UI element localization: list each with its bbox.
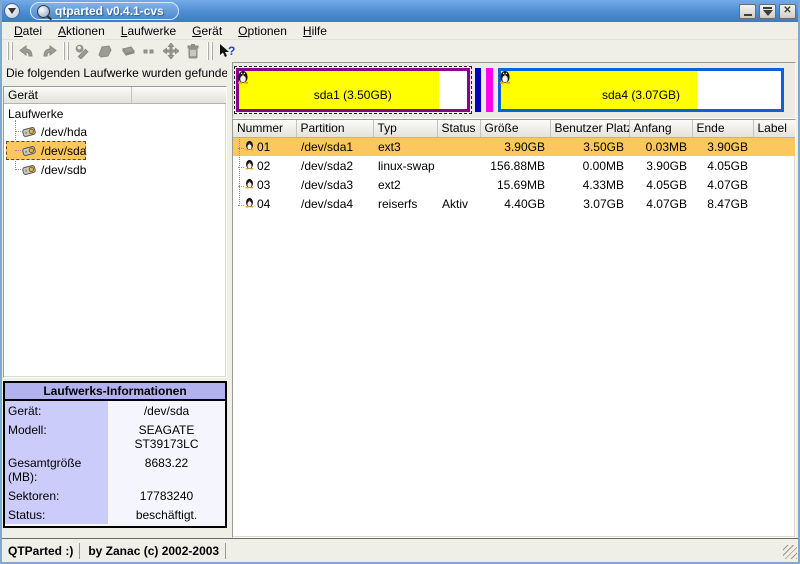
table-row-sda2[interactable]: 02 /dev/sda2 linux-swap 156.88MB 0.00MB … xyxy=(233,156,795,175)
whats-this-icon: ? xyxy=(218,43,236,59)
info-value-gesamtgroesse: 8683.22 xyxy=(108,453,225,486)
menu-aktionen[interactable]: Aktionen xyxy=(50,23,113,39)
window-title: qtparted v0.4.1-cvs xyxy=(55,4,164,18)
redo-button[interactable] xyxy=(38,41,60,61)
maximize-icon xyxy=(763,7,773,16)
eraser-icon xyxy=(119,45,135,57)
col-header-ende[interactable]: Ende xyxy=(692,120,753,137)
info-value-modell: SEAGATE ST39173LC xyxy=(108,420,225,453)
col-header-typ[interactable]: Typ xyxy=(373,120,437,137)
drive-info-title: Laufwerks-Informationen xyxy=(5,383,225,401)
harddisk-icon xyxy=(22,126,37,138)
title-capsule: qtparted v0.4.1-cvs xyxy=(30,2,179,20)
tux-icon xyxy=(245,139,254,154)
close-button[interactable]: ✕ xyxy=(779,4,796,19)
found-drives-label: Die folgenden Laufwerke wurden gefunden: xyxy=(6,66,238,80)
partition-box-sda2[interactable] xyxy=(475,68,482,112)
col-header-partition[interactable]: Partition xyxy=(296,120,373,137)
whats-this-button[interactable]: ? xyxy=(216,41,238,61)
harddisk-icon xyxy=(22,145,37,157)
device-column-header-spacer xyxy=(132,87,226,103)
format-icon xyxy=(97,44,113,58)
qtparted-window: qtparted v0.4.1-cvs ✕ Datei Aktionen Lau… xyxy=(0,0,800,564)
tux-icon xyxy=(245,158,254,173)
tux-icon xyxy=(499,69,511,87)
undo-icon xyxy=(19,44,35,58)
toolbar-separator[interactable] xyxy=(63,42,69,60)
minimize-icon xyxy=(744,14,752,16)
undo-button[interactable] xyxy=(16,41,38,61)
harddisk-icon xyxy=(22,164,37,176)
title-bar[interactable]: qtparted v0.4.1-cvs ✕ xyxy=(0,0,800,22)
move-partition-button[interactable] xyxy=(160,41,182,61)
trash-icon xyxy=(186,44,200,59)
status-bar: QTParted :) by Zanac (c) 2002-2003 xyxy=(0,538,800,562)
partition-label-sda4: sda4 (3.07GB) xyxy=(501,71,781,109)
col-header-label[interactable]: Label xyxy=(753,120,795,137)
partition-box-sda3[interactable] xyxy=(486,68,493,112)
resize-icon xyxy=(142,46,156,56)
partition-label-sda1: sda1 (3.50GB) xyxy=(239,71,467,109)
table-row-sda3[interactable]: 03 /dev/sda3 ext2 15.69MB 4.33MB 4.05GB … xyxy=(233,175,795,194)
redo-icon xyxy=(41,44,57,58)
window-menu-icon xyxy=(8,8,16,14)
resize-grip[interactable] xyxy=(783,545,797,559)
tree-item-dev-sdb[interactable]: /dev/sdb xyxy=(6,160,86,179)
menu-geraet[interactable]: Gerät xyxy=(184,23,230,39)
maximize-button[interactable] xyxy=(759,4,776,19)
col-header-groesse[interactable]: Größe xyxy=(480,120,550,137)
status-credits: by Zanac (c) 2002-2003 xyxy=(82,543,226,559)
device-column-header[interactable]: Gerät xyxy=(4,87,132,103)
format-partition-button[interactable] xyxy=(116,41,138,61)
menu-bar: Datei Aktionen Laufwerke Gerät Optionen … xyxy=(2,22,798,40)
window-menu-button[interactable] xyxy=(4,3,20,19)
menu-hilfe[interactable]: Hilfe xyxy=(295,23,335,39)
info-label-status: Status: xyxy=(5,505,108,524)
minimize-button[interactable] xyxy=(739,4,756,19)
menu-laufwerke[interactable]: Laufwerke xyxy=(113,23,184,39)
menu-datei[interactable]: Datei xyxy=(6,23,50,39)
info-label-gesamtgroesse: Gesamtgröße (MB): xyxy=(5,453,108,486)
tree-root-laufwerke[interactable]: Laufwerke xyxy=(6,106,226,122)
close-icon: ✕ xyxy=(783,6,791,16)
property-button[interactable] xyxy=(72,41,94,61)
partition-box-sda4[interactable]: sda4 (3.07GB) xyxy=(498,68,784,112)
tux-icon xyxy=(245,177,254,192)
resize-partition-button[interactable] xyxy=(138,41,160,61)
info-value-geraet: /dev/sda xyxy=(108,401,225,420)
info-value-status: beschäftigt. xyxy=(108,505,225,524)
col-header-anfang[interactable]: Anfang xyxy=(629,120,692,137)
col-header-status[interactable]: Status xyxy=(437,120,480,137)
toolbar-separator[interactable] xyxy=(7,42,13,60)
info-label-geraet: Gerät: xyxy=(5,401,108,420)
table-row-sda1[interactable]: 01 /dev/sda1 ext3 3.90GB 3.50GB 0.03MB 3… xyxy=(233,137,795,156)
tux-icon xyxy=(245,196,254,211)
table-header-row: Nummer Partition Typ Status Größe Benutz… xyxy=(233,120,795,137)
partition-table: Nummer Partition Typ Status Größe Benutz… xyxy=(232,119,796,538)
svg-text:?: ? xyxy=(228,44,235,58)
col-header-benutzer-platz[interactable]: Benutzer Platz xyxy=(550,120,629,137)
tree-item-dev-hda[interactable]: /dev/hda xyxy=(6,122,87,141)
drive-info-panel: Laufwerks-Informationen Gerät: /dev/sda … xyxy=(3,381,227,528)
info-label-sektoren: Sektoren: xyxy=(5,486,108,505)
info-label-modell: Modell: xyxy=(5,420,108,453)
app-icon xyxy=(37,5,50,18)
info-value-sektoren: 17783240 xyxy=(108,486,225,505)
table-row-sda4[interactable]: 04 /dev/sda4 reiserfs Aktiv 4.40GB 3.07G… xyxy=(233,194,795,213)
toolbar-separator[interactable] xyxy=(207,42,213,60)
delete-partition-button[interactable] xyxy=(182,41,204,61)
create-partition-button[interactable] xyxy=(94,41,116,61)
device-tree-header: Gerät xyxy=(4,87,226,104)
tree-item-dev-sda[interactable]: /dev/sda xyxy=(6,141,86,160)
device-tree: Gerät Laufwerke /dev/hda /dev/sda /dev/s… xyxy=(3,86,227,378)
partition-bar-panel: sda1 (3.50GB) sda4 (3.07GB) xyxy=(232,62,796,119)
wrench-icon xyxy=(75,44,91,59)
status-app-name: QTParted :) xyxy=(2,543,80,559)
move-icon xyxy=(163,43,179,59)
col-header-nummer[interactable]: Nummer xyxy=(233,120,296,137)
partition-box-sda1[interactable]: sda1 (3.50GB) xyxy=(236,68,470,112)
menu-optionen[interactable]: Optionen xyxy=(230,23,295,39)
tux-icon xyxy=(237,69,249,87)
tool-bar: ? xyxy=(2,40,798,62)
